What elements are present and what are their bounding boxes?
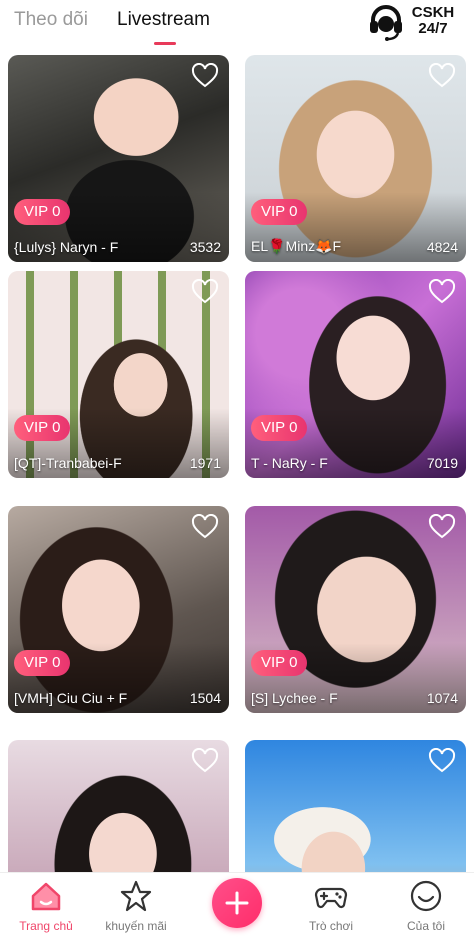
nav-promotions[interactable]: khuyến mãi [96, 879, 176, 941]
stream-card[interactable]: VIP 0 [S] Lychee - F 1074 [245, 506, 466, 713]
nav-promotions-label: khuyến mãi [105, 919, 167, 933]
heart-icon[interactable] [428, 514, 456, 540]
active-tab-indicator [154, 42, 176, 45]
headset-icon [370, 5, 402, 41]
stream-grid: VIP 0 {Lulys} Naryn - F 3532 VIP 0 EL🌹Mi… [0, 50, 474, 872]
streamer-name: [QT]-Tranbabei-F [14, 455, 122, 471]
vip-badge: VIP 0 [14, 415, 71, 441]
bottom-navigation: Trang chủ khuyến mãi Trò chơi Của tôi [0, 872, 474, 944]
nav-home-label: Trang chủ [19, 919, 73, 933]
viewer-count: 4824 [426, 239, 458, 255]
support-label-line2: 24/7 [418, 20, 448, 37]
stream-card[interactable]: VIP 0 [QT]-Tranbabei-F 1971 [8, 271, 229, 478]
heart-icon[interactable] [428, 748, 456, 774]
stream-card[interactable]: VIP 0 [VMH] Ciu Ciu + F 1504 [8, 506, 229, 713]
stream-card[interactable]: VIP 0 EL🌹Minz🦊F 4824 [245, 55, 466, 262]
vip-badge: VIP 0 [14, 650, 71, 676]
vip-badge: VIP 0 [251, 415, 308, 441]
plus-icon [225, 891, 249, 915]
tab-livestream[interactable]: Livestream [117, 9, 210, 31]
viewer-count: 1074 [426, 690, 458, 706]
streamer-name: [S] Lychee - F [251, 690, 338, 706]
top-bar: Theo dõi Livestream CSKH 24/7 [0, 0, 474, 50]
nav-home[interactable]: Trang chủ [6, 879, 86, 941]
streamer-name: {Lulys} Naryn - F [14, 239, 119, 255]
viewer-count: 1971 [189, 455, 221, 471]
create-live-button[interactable] [212, 878, 262, 928]
stream-card[interactable]: VIP 0 {Lulys} Naryn - F 3532 [8, 55, 229, 262]
viewer-count: 3532 [189, 239, 221, 255]
gamepad-icon [314, 887, 348, 909]
support-label-line1: CSKH [411, 4, 455, 21]
star-icon [120, 880, 152, 912]
nav-profile[interactable]: Của tôi [386, 879, 466, 941]
heart-icon[interactable] [191, 748, 219, 774]
tab-following[interactable]: Theo dõi [14, 9, 88, 31]
nav-games-label: Trò chơi [308, 919, 354, 933]
streamer-name: EL🌹Minz🦊F [251, 238, 342, 254]
stream-card[interactable] [8, 740, 229, 872]
heart-icon[interactable] [428, 279, 456, 305]
heart-icon[interactable] [191, 279, 219, 305]
customer-support-button[interactable]: CSKH 24/7 [366, 2, 466, 42]
viewer-count: 1504 [189, 690, 221, 706]
stream-card[interactable]: VIP 0 T - NaRy - F 7019 [245, 271, 466, 478]
heart-icon[interactable] [191, 63, 219, 89]
vip-badge: VIP 0 [251, 650, 308, 676]
heart-icon[interactable] [428, 63, 456, 89]
streamer-name: T - NaRy - F [251, 455, 328, 471]
viewer-count: 7019 [426, 455, 458, 471]
streamer-name: [VMH] Ciu Ciu + F [14, 690, 128, 706]
vip-badge: VIP 0 [14, 199, 71, 225]
home-icon [31, 882, 61, 911]
stream-card[interactable] [245, 740, 466, 872]
support-label: CSKH 24/7 [408, 5, 458, 37]
nav-profile-label: Của tôi [406, 919, 446, 933]
nav-games[interactable]: Trò chơi [291, 879, 371, 941]
vip-badge: VIP 0 [251, 199, 308, 225]
smile-icon [410, 880, 442, 912]
heart-icon[interactable] [191, 514, 219, 540]
